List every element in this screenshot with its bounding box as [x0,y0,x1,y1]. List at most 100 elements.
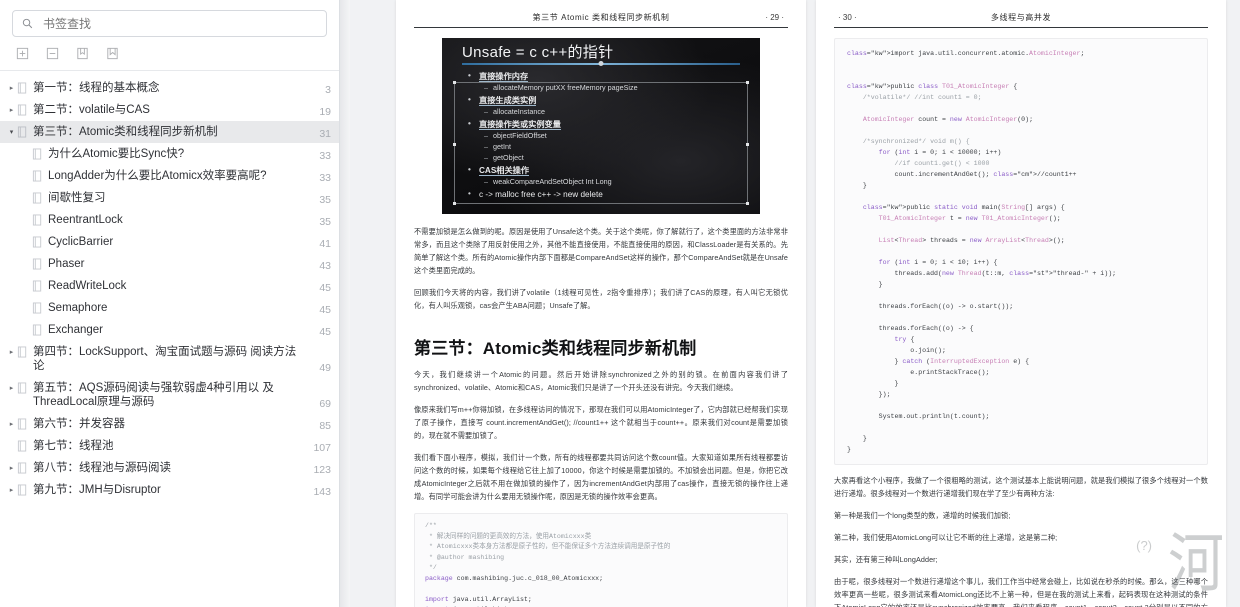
code-line-17: List<Thread> threads = new ArrayList<Thr… [878,237,1065,244]
code-line-7: import java.util.ArrayList; [425,595,532,603]
toc-item-label: Phaser [48,258,85,270]
left-paragraph-1: 不需要加锁是怎么做到的呢。原因是使用了Unsafe这个类。关于这个类呢，你了解就… [414,227,788,275]
page-title: 第三节：Atomic类和线程同步新机制 [414,339,697,358]
chevron-right-icon[interactable]: ▸ [6,83,17,94]
toc-item-page: 35 [319,216,331,228]
toc-item-2[interactable]: ▾ 第三节：Atomic类和线程同步新机制 31 [0,121,339,143]
page-left-header: 第三节 Atomic 类和线程同步新机制 · 29 · [414,8,788,28]
page-right-header: · 30 · 多线程与高并发 [834,8,1208,28]
slide-subbullet-2-1: getInt [484,142,738,152]
toc-item-7[interactable]: CyclicBarrier 41 [0,231,339,253]
slide-bullet-1: 直接生成类实例 [468,95,738,106]
toc-item-page: 85 [319,420,331,432]
toc-item-page: 19 [319,106,331,118]
bookmark-tree[interactable]: ▸ 第一节：线程的基本概念 3 ▸ 第二节：volatile与CAS 19 ▾ 第三节：Ato… [0,71,339,607]
toc-item-9[interactable]: ReadWriteLock 45 [0,275,339,297]
toc-item-page: 31 [319,128,331,140]
code-line-5: package com.mashibing.juc.c_018_00_Atomi… [425,574,604,582]
toc-item-4[interactable]: LongAdder为什么要比Atomicx效率要高呢? 33 [0,165,339,187]
toc-item-15[interactable]: 第七节：线程池 107 [0,435,339,457]
expand-all-icon[interactable] [14,45,31,62]
toc-item-label: Semaphore [48,302,108,314]
slide-subbullet-0-0: allocateMemory putXX freeMemory pageSize [484,83,738,93]
code-line-29: e.printStackTrace(); [847,369,990,376]
reader-gutter [340,0,350,607]
chevron-right-icon[interactable]: ▸ [6,485,17,496]
toc-item-page: 107 [313,442,331,454]
code-line-3: * @author mashibing [425,553,505,561]
toc-item-label: LongAdder为什么要比Atomicx效率要高呢? [48,170,267,182]
code-line-35: } [847,435,867,442]
toc-item-label: 第八节：线程池与源码阅读 [33,462,171,474]
bookmark-page-icon [32,170,43,182]
bookmark-page-icon [17,126,28,138]
toc-item-page: 45 [319,326,331,338]
toc-item-label: 第一节：线程的基本概念 [33,82,160,94]
toc-item-page: 33 [319,172,331,184]
bookmark-page-icon [17,346,28,358]
code-line-11: count.incrementAndGet(); class="cm">//co… [847,171,1077,178]
toc-item-17[interactable]: ▸ 第九节：JMH与Disruptor 143 [0,479,339,501]
toc-item-label: ReentrantLock [48,214,123,226]
toc-item-8[interactable]: Phaser 43 [0,253,339,275]
code-line-28: } catch (InterruptedException e) { [847,358,1030,365]
search-box[interactable] [12,10,327,37]
code-line-9: for (int i = 0; i < 10000; i++) [878,149,1002,156]
search-input[interactable] [41,15,317,32]
chevron-down-icon[interactable]: ▾ [6,127,17,138]
code-block-right: class="kw">import java.util.concurrent.a… [834,38,1208,465]
page-left: 第三节 Atomic 类和线程同步新机制 · 29 · Unsafe = c c… [396,0,806,607]
chevron-right-icon[interactable]: ▸ [6,419,17,430]
bookmark-page-icon [17,104,28,116]
chevron-right-icon[interactable]: ▸ [6,105,17,116]
code-line-4: /*volatile*/ //int count1 = 0; [847,94,982,101]
search-icon [22,18,33,29]
code-block-left: /** * 解决同样的问题的更高效的方法，使用Atomicxxx类 * Atom… [414,513,788,607]
toc-item-label: 第三节：Atomic类和线程同步新机制 [33,126,218,138]
left-paragraph-5: 我们看下面小程序，模拟，我们计一个数，所有的线程都要共同访问这个数count值。… [414,453,788,501]
bookmark-page-icon [32,302,43,314]
toc-item-13[interactable]: ▸ 第五节：AQS源码阅读与强软弱虚4种引用以 及ThreadLocal原理与源码… [0,377,339,413]
toc-item-label: 第四节：LockSupport、淘宝面试题与源码 阅读方法论 [33,346,297,372]
toc-item-10[interactable]: Semaphore 45 [0,297,339,319]
slide-bullet-2: 直接操作类或实例变量 [468,119,738,130]
collapse-all-icon[interactable] [44,45,61,62]
chevron-right-icon[interactable]: ▸ [6,383,17,394]
toc-item-label: 第七节：线程池 [33,440,114,452]
toc-item-1[interactable]: ▸ 第二节：volatile与CAS 19 [0,99,339,121]
slide-subbullet-2-0: objectFieldOffset [484,131,738,141]
toc-item-5[interactable]: 间歇性复习 35 [0,187,339,209]
slide-body: 直接操作内存allocateMemory putXX freeMemory pa… [468,71,738,200]
add-bookmark-icon[interactable] [74,45,91,62]
toc-item-label: 为什么Atomic要比Sync快? [48,148,185,160]
remove-bookmark-icon[interactable] [104,45,121,62]
slide-bullet-0: 直接操作内存 [468,71,738,82]
bookmark-page-icon [17,440,28,452]
toc-item-3[interactable]: 为什么Atomic要比Sync快? 33 [0,143,339,165]
bookmark-page-icon [32,192,43,204]
toc-item-12[interactable]: ▸ 第四节：LockSupport、淘宝面试题与源码 阅读方法论 49 [0,341,339,377]
toc-item-11[interactable]: Exchanger 45 [0,319,339,341]
toc-item-page: 43 [319,260,331,272]
toc-item-0[interactable]: ▸ 第一节：线程的基本概念 3 [0,77,339,99]
toc-item-label: 第六节：并发容器 [33,418,125,430]
code-line-19: for (int i = 0; i < 10; i++) { [878,259,998,266]
toc-item-6[interactable]: ReentrantLock 35 [0,209,339,231]
toc-item-14[interactable]: ▸ 第六节：并发容器 85 [0,413,339,435]
bookmark-page-icon [32,236,43,248]
chevron-right-icon[interactable]: ▸ [6,463,17,474]
toc-item-16[interactable]: ▸ 第八节：线程池与源码阅读 123 [0,457,339,479]
code-line-6: AtomicInteger count = new AtomicInteger(… [862,116,1034,123]
toc-item-label: 间歇性复习 [48,192,106,204]
slide-title: Unsafe = c c++的指针 [462,44,614,61]
slide-divider [462,63,740,65]
chevron-right-icon[interactable]: ▸ [6,347,17,358]
right-paragraph-4: 其实，还有第三种叫LongAdder; [834,555,938,564]
